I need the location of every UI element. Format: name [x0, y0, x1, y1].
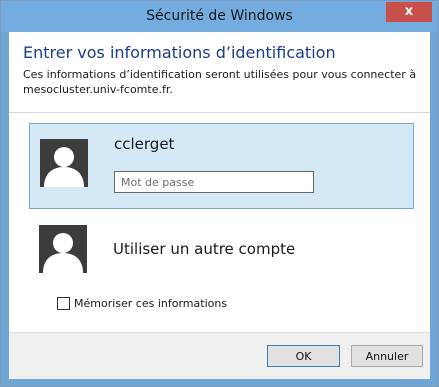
other-account-label: Utiliser un autre compte	[113, 240, 296, 258]
ok-button[interactable]: OK	[267, 345, 340, 367]
dialog-window: Sécurité de Windows x Entrer vos informa…	[0, 0, 439, 387]
account-tile-selected[interactable]: cclerget	[29, 123, 414, 209]
account-tile-other[interactable]: Utiliser un autre compte	[29, 210, 412, 294]
close-icon: x	[404, 4, 414, 19]
user-avatar-icon	[40, 139, 88, 187]
button-bar: OK Annuler	[9, 332, 430, 379]
dialog-header: Entrer vos informations d’identification…	[9, 32, 430, 113]
dialog-description: Ces informations d’identification seront…	[23, 68, 417, 96]
cancel-button[interactable]: Annuler	[351, 345, 423, 367]
remember-label: Mémoriser ces informations	[74, 297, 228, 310]
password-input[interactable]	[114, 171, 314, 193]
remember-option[interactable]: Mémoriser ces informations	[57, 297, 227, 310]
account-username: cclerget	[114, 135, 175, 153]
close-button[interactable]: x	[386, 2, 432, 22]
remember-checkbox[interactable]	[57, 297, 70, 310]
user-avatar-icon	[39, 225, 87, 273]
window-title: Sécurité de Windows	[146, 8, 293, 24]
dialog-body: Entrer vos informations d’identification…	[9, 32, 430, 379]
title-bar[interactable]: Sécurité de Windows x	[1, 1, 438, 32]
dialog-heading: Entrer vos informations d’identification	[23, 43, 336, 62]
